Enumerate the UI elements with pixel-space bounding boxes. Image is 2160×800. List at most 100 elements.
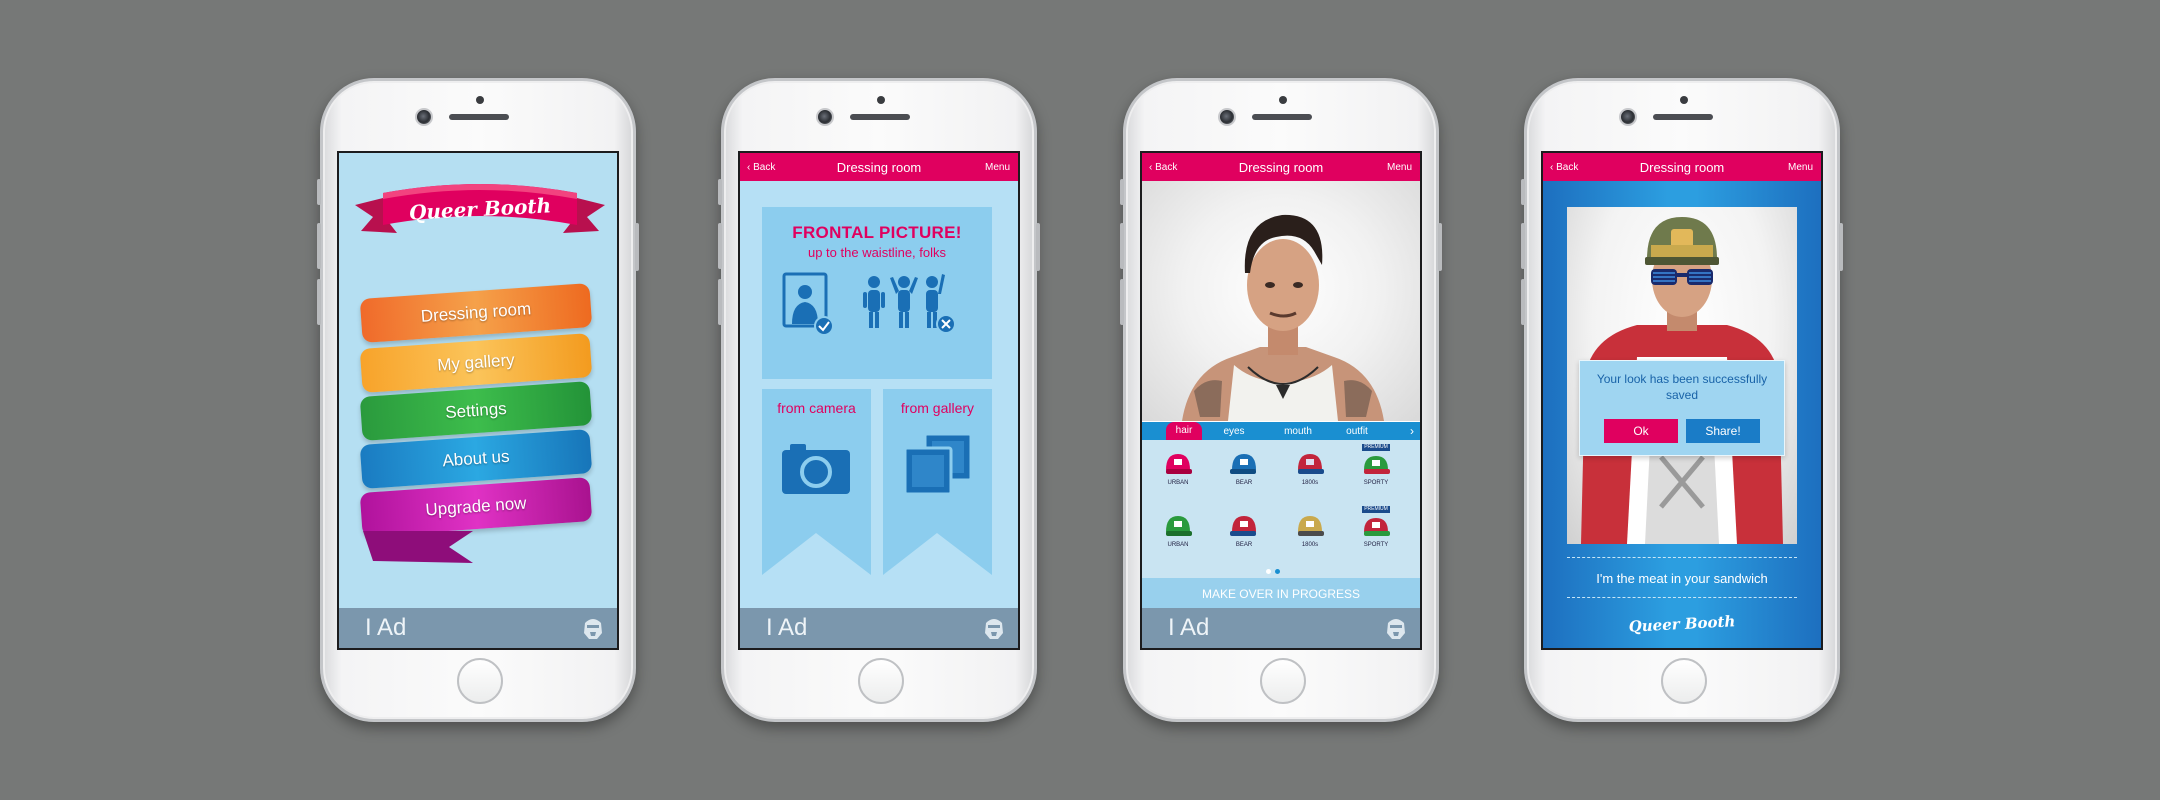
from-gallery-label: from gallery	[900, 400, 975, 416]
save-confirmation-dialog: Your look has been successfully saved Ok…	[1579, 360, 1785, 456]
tab-hair[interactable]: hair	[1166, 422, 1202, 440]
phone-capture: ‹ Back Dressing room Menu FRONTAL PICTUR…	[718, 78, 1040, 722]
tab-eyes[interactable]: eyes	[1202, 426, 1266, 437]
front-camera	[1619, 108, 1637, 126]
accessory-name: URBAN	[1167, 542, 1189, 548]
power-button	[1839, 223, 1843, 271]
cap-icon	[1166, 516, 1192, 536]
cap-icon	[1364, 518, 1390, 536]
accessory-item[interactable]: BEAR	[1224, 508, 1264, 558]
power-button	[1438, 223, 1442, 271]
ad-banner[interactable]: I Ad	[740, 608, 1018, 648]
premium-badge: PREMIUM	[1362, 506, 1390, 513]
accessory-item[interactable]: URBAN	[1158, 446, 1198, 496]
volume-up-button	[1521, 223, 1525, 269]
menu-dressing-room[interactable]: Dressing room	[359, 283, 593, 343]
accessory-item[interactable]: PREMIUM SPORTY	[1356, 444, 1396, 496]
accessory-item[interactable]: 1800s	[1290, 508, 1330, 558]
category-tabs: hair eyes mouth outfit ›	[1142, 422, 1420, 440]
page-dot[interactable]	[1266, 569, 1271, 574]
save-message: Your look has been successfully saved	[1596, 372, 1768, 402]
home-button[interactable]	[858, 658, 904, 704]
accessory-item[interactable]: PREMIUM SPORTY	[1356, 506, 1396, 558]
volume-up-button	[1120, 223, 1124, 269]
from-camera-label: from camera	[777, 400, 856, 416]
accessory-item[interactable]: 1800s	[1290, 446, 1330, 496]
back-button[interactable]: ‹ Back	[747, 162, 775, 173]
cap-icon	[1166, 454, 1192, 474]
menu-ribbons: Dressing room My gallery Settings About …	[359, 261, 599, 581]
ad-banner[interactable]: I Ad	[1142, 608, 1420, 648]
cap-icon	[1298, 516, 1324, 536]
earpiece-speaker	[1252, 114, 1312, 120]
ribbon-notch	[762, 533, 871, 575]
cap-icon	[1298, 454, 1324, 474]
power-button	[635, 223, 639, 271]
home-button[interactable]	[1260, 658, 1306, 704]
stormtrooper-icon	[1387, 619, 1405, 639]
earpiece-speaker	[449, 114, 509, 120]
status-bar: MAKE OVER IN PROGRESS	[1142, 578, 1420, 610]
menu-button[interactable]: Menu	[1788, 162, 1813, 173]
front-camera	[415, 108, 433, 126]
ok-button[interactable]: Ok	[1604, 419, 1678, 443]
divider	[1567, 597, 1797, 598]
phone-main-menu: Queer Booth Dressing room My gallery Set…	[317, 78, 639, 722]
divider	[1567, 557, 1797, 558]
cap-icon	[1230, 454, 1256, 474]
nav-bar: ‹ Back Dressing room Menu	[1543, 153, 1821, 181]
from-gallery-button[interactable]: from gallery	[883, 389, 992, 575]
dialog-buttons: Ok Share!	[1604, 419, 1760, 443]
ad-label: I Ad	[365, 614, 407, 641]
app-logo: Queer Booth	[1628, 612, 1736, 636]
back-button[interactable]: ‹ Back	[1149, 162, 1177, 173]
front-camera	[816, 108, 834, 126]
ribbon-tail-icon	[363, 531, 473, 563]
ad-label: I Ad	[1168, 614, 1210, 641]
tab-mouth[interactable]: mouth	[1266, 426, 1330, 437]
earpiece-speaker	[850, 114, 910, 120]
back-button[interactable]: ‹ Back	[1550, 162, 1578, 173]
menu-label: Settings	[444, 398, 508, 423]
accessory-name: SPORTY	[1363, 542, 1389, 548]
power-button	[1036, 223, 1040, 271]
ad-banner[interactable]: I Ad	[339, 608, 617, 648]
cap-icon	[1230, 516, 1256, 536]
tab-outfit[interactable]: outfit	[1330, 426, 1384, 437]
menu-button[interactable]: Menu	[1387, 162, 1412, 173]
ad-label: I Ad	[766, 614, 808, 641]
home-button[interactable]	[457, 658, 503, 704]
accessory-item[interactable]: URBAN	[1158, 508, 1198, 558]
camera-icon	[782, 444, 850, 494]
menu-button[interactable]: Menu	[985, 162, 1010, 173]
portrait-illustration	[1182, 214, 1384, 421]
frontal-instructions: FRONTAL PICTURE! up to the waistline, fo…	[762, 207, 992, 379]
premium-badge: PREMIUM	[1362, 444, 1390, 451]
gallery-icon	[903, 432, 973, 496]
look-saved-screen: ‹ Back Dressing room Menu Your look has …	[1541, 151, 1823, 650]
share-button[interactable]: Share!	[1686, 419, 1760, 443]
menu-label: Dressing room	[420, 299, 532, 326]
user-photo	[1142, 181, 1420, 421]
proximity-sensor	[476, 96, 484, 104]
dressing-room-screen: ‹ Back Dressing room Menu hair eyes mout…	[1140, 151, 1422, 650]
nav-title: Dressing room	[1238, 159, 1324, 175]
volume-down-button	[1120, 279, 1124, 325]
front-camera	[1218, 108, 1236, 126]
earpiece-speaker	[1653, 114, 1713, 120]
home-button[interactable]	[1661, 658, 1707, 704]
frontal-subline: up to the waistline, folks	[807, 245, 947, 260]
capture-screen: ‹ Back Dressing room Menu FRONTAL PICTUR…	[738, 151, 1020, 650]
chevron-right-icon[interactable]: ›	[1410, 424, 1414, 438]
mute-switch	[317, 179, 321, 205]
from-camera-button[interactable]: from camera	[762, 389, 871, 575]
volume-up-button	[718, 223, 722, 269]
frontal-headline: FRONTAL PICTURE!	[792, 223, 962, 242]
accessory-name: 1800s	[1301, 542, 1319, 548]
correct-pose-icon	[782, 272, 834, 336]
menu-label: About us	[441, 446, 511, 471]
page-dot-active[interactable]	[1275, 569, 1280, 574]
stormtrooper-icon	[584, 619, 602, 639]
mute-switch	[1120, 179, 1124, 205]
accessory-item[interactable]: BEAR	[1224, 446, 1264, 496]
